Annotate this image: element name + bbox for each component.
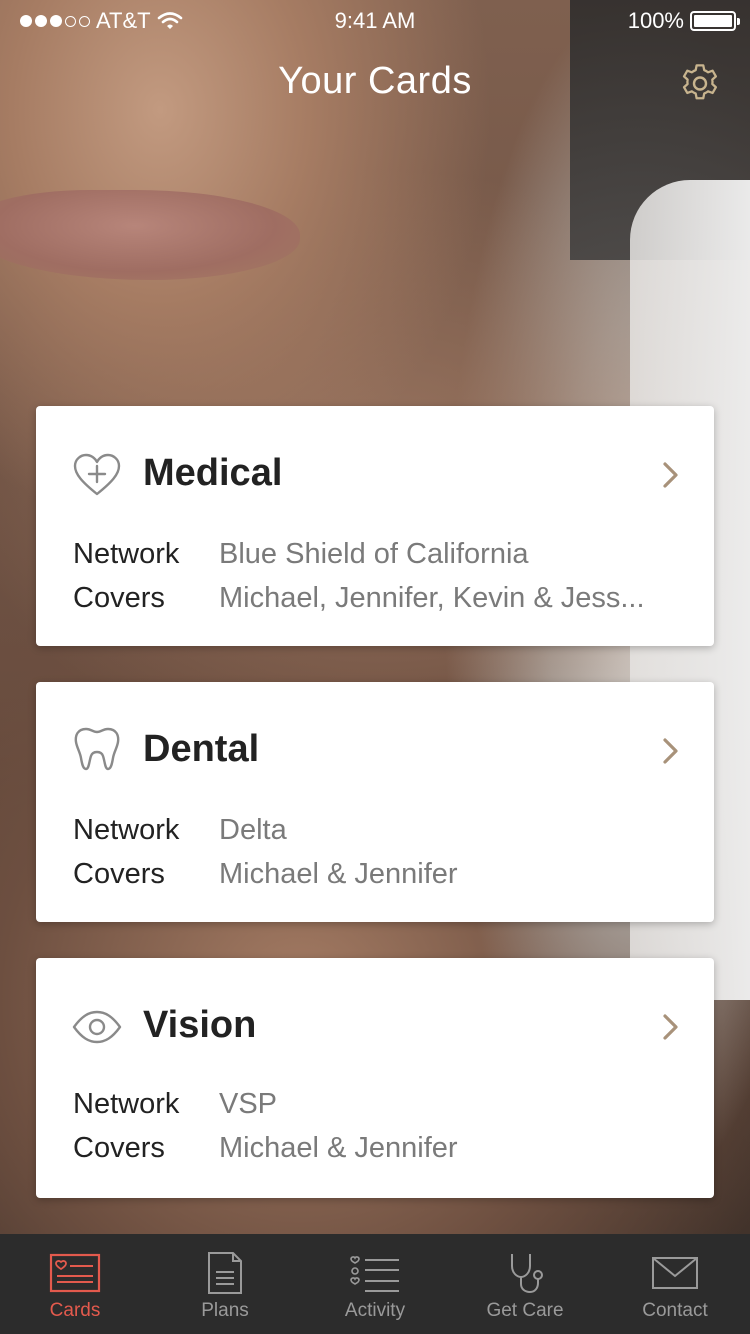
- network-value: Delta: [219, 814, 287, 846]
- network-value: VSP: [219, 1088, 278, 1120]
- status-bar: AT&T 9:41 AM 100%: [0, 0, 750, 40]
- heart-plus-icon: [73, 453, 121, 496]
- gear-icon[interactable]: [680, 63, 720, 103]
- vision-card[interactable]: Vision Network VSP Covers Michael & Jenn…: [36, 958, 714, 1198]
- tab-label: Contact: [642, 1300, 708, 1321]
- covers-value: Michael & Jennifer: [219, 1132, 458, 1164]
- network-label: Network: [73, 1088, 180, 1120]
- id-card-icon: [49, 1253, 101, 1293]
- chevron-right-icon[interactable]: [660, 460, 682, 490]
- tab-contact[interactable]: Contact: [600, 1234, 750, 1334]
- covers-row: Covers Michael, Jennifer, Kevin & Jess..…: [73, 582, 645, 615]
- covers-row: Covers Michael & Jennifer: [73, 1132, 458, 1165]
- network-label: Network: [73, 814, 180, 846]
- eye-icon: [72, 1010, 122, 1044]
- covers-label: Covers: [73, 858, 165, 890]
- tab-label: Cards: [49, 1300, 101, 1321]
- covers-value: Michael, Jennifer, Kevin & Jess...: [219, 582, 645, 614]
- network-row: Network Blue Shield of California: [73, 538, 529, 571]
- document-icon: [208, 1252, 242, 1294]
- card-title: Dental: [143, 728, 260, 770]
- tab-label: Get Care: [486, 1300, 564, 1321]
- tab-label: Activity: [344, 1300, 406, 1321]
- network-value: Blue Shield of California: [219, 538, 529, 570]
- page-title: Your Cards: [278, 60, 472, 102]
- covers-row: Covers Michael & Jennifer: [73, 858, 458, 891]
- network-row: Network Delta: [73, 814, 287, 847]
- envelope-icon: [652, 1257, 698, 1289]
- tab-cards[interactable]: Cards: [0, 1234, 150, 1334]
- covers-value: Michael & Jennifer: [219, 858, 458, 890]
- network-row: Network VSP: [73, 1088, 277, 1121]
- card-title: Vision: [143, 1004, 257, 1046]
- stethoscope-icon: [511, 1254, 543, 1294]
- covers-label: Covers: [73, 1132, 165, 1164]
- tooth-icon: [74, 727, 120, 771]
- battery-status: 100%: [627, 8, 740, 34]
- tab-activity[interactable]: Activity: [300, 1234, 450, 1334]
- chevron-right-icon[interactable]: [660, 1012, 682, 1042]
- battery-icon: [690, 11, 740, 31]
- network-label: Network: [73, 538, 180, 570]
- dental-card[interactable]: Dental Network Delta Covers Michael & Je…: [36, 682, 714, 922]
- activity-list-icon: [350, 1256, 399, 1292]
- tab-label: Plans: [201, 1300, 249, 1321]
- chevron-right-icon[interactable]: [660, 736, 682, 766]
- tab-get-care[interactable]: Get Care: [450, 1234, 600, 1334]
- tab-plans[interactable]: Plans: [150, 1234, 300, 1334]
- battery-percent: 100%: [627, 8, 684, 33]
- tab-bar: Cards Plans Activity Get Care Contact: [0, 1234, 750, 1334]
- medical-card[interactable]: Medical Network Blue Shield of Californi…: [36, 406, 714, 646]
- covers-label: Covers: [73, 582, 165, 614]
- card-title: Medical: [143, 452, 283, 494]
